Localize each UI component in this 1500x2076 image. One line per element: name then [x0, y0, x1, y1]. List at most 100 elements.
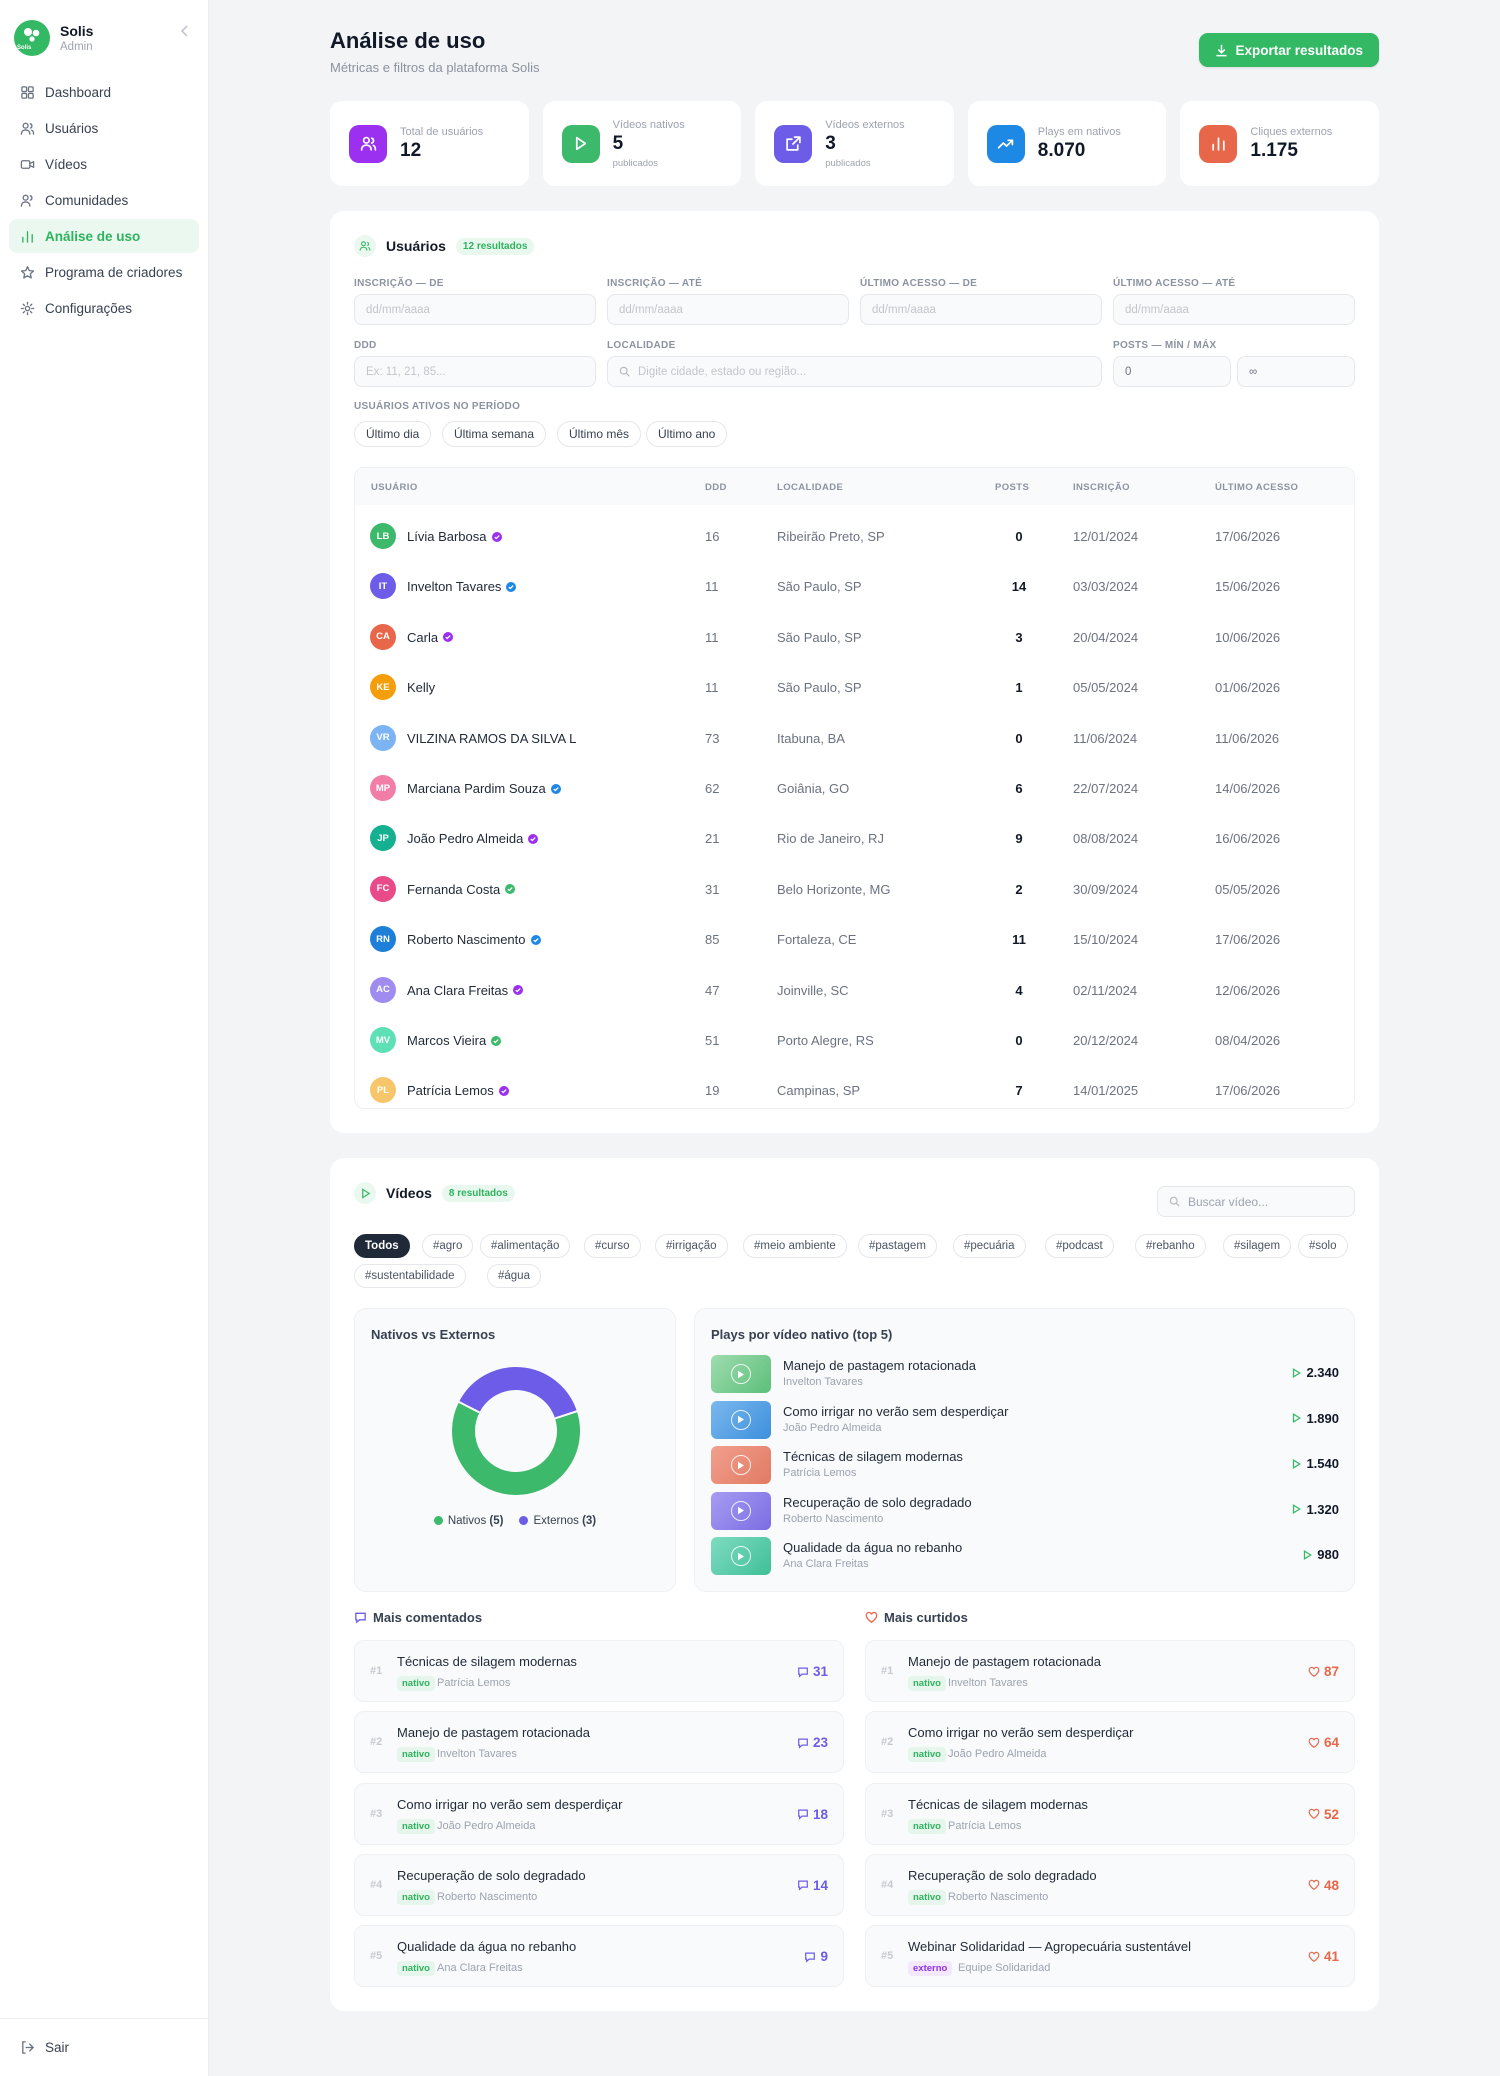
donut-slice-externos[interactable]: [456, 1365, 580, 1420]
signup-to-input[interactable]: dd/mm/aaaa: [607, 294, 849, 325]
user-name[interactable]: VILZINA RAMOS DA SILVA L: [407, 731, 576, 746]
export-button[interactable]: Exportar resultados: [1199, 33, 1379, 67]
top-video-row[interactable]: Técnicas de silagem modernas Patrícia Le…: [711, 1446, 1339, 1486]
user-name[interactable]: Roberto Nascimento: [407, 932, 541, 947]
sidebar-item-analise-de-uso[interactable]: Análise de uso: [9, 219, 199, 253]
table-row[interactable]: FC Fernanda Costa 31 Belo Horizonte, MG …: [355, 863, 1354, 913]
top-video-row[interactable]: Qualidade da água no rebanho Ana Clara F…: [711, 1537, 1339, 1577]
video-thumbnail[interactable]: [711, 1491, 771, 1530]
most-commented-item[interactable]: #5 Qualidade da água no rebanho nativo A…: [354, 1925, 844, 1988]
video-thumbnail[interactable]: [711, 1537, 771, 1575]
play-icon: [576, 136, 587, 151]
brand[interactable]: Solis Solis Admin: [0, 0, 208, 62]
count-value: 52: [1323, 1806, 1339, 1822]
tag-filter-chip[interactable]: #pecuária: [953, 1234, 1026, 1258]
most-liked-item[interactable]: #4 Recuperação de solo degradado nativo …: [865, 1853, 1355, 1916]
tag-filter-chip[interactable]: #alimentação: [480, 1234, 571, 1258]
tag-filter-chip[interactable]: #rebanho: [1135, 1234, 1206, 1258]
top-video-row[interactable]: Recuperação de solo degradado Roberto Na…: [711, 1491, 1339, 1532]
tag-filter-chip[interactable]: #irrigação: [655, 1234, 728, 1258]
table-row[interactable]: IT Invelton Tavares 11 São Paulo, SP 14 …: [355, 560, 1354, 610]
collapse-chevron-icon[interactable]: [180, 25, 190, 37]
user-signup-date: 11/06/2024: [1073, 730, 1138, 746]
sidebar-item-videos[interactable]: Vídeos: [9, 147, 199, 181]
tag-filter-chip[interactable]: Todos: [354, 1234, 410, 1258]
table-row[interactable]: LB Lívia Barbosa 16 Ribeirão Preto, SP 0…: [355, 510, 1354, 560]
video-search-input[interactable]: Buscar vídeo...: [1157, 1186, 1355, 1217]
video-title: Como irrigar no verão sem desperdiçar: [783, 1403, 1009, 1419]
access-to-input[interactable]: dd/mm/aaaa: [1113, 294, 1355, 325]
top-video-row[interactable]: Como irrigar no verão sem desperdiçar Jo…: [711, 1400, 1339, 1441]
period-chip[interactable]: Último ano: [646, 421, 728, 447]
period-chip[interactable]: Última semana: [442, 421, 547, 447]
location-input[interactable]: Digite cidade, estado ou região...: [607, 356, 1102, 387]
column-header[interactable]: LOCALIDADE: [777, 482, 843, 493]
user-name[interactable]: Marciana Pardim Souza: [407, 781, 561, 796]
user-name[interactable]: Patrícia Lemos: [407, 1083, 509, 1098]
access-from-label: ÚLTIMO ACESSO — DE: [860, 278, 978, 289]
user-name[interactable]: Marcos Vieira: [407, 1033, 502, 1048]
user-name[interactable]: Fernanda Costa: [407, 882, 516, 897]
tag-filter-chip[interactable]: #silagem: [1223, 1234, 1292, 1258]
table-row[interactable]: CA Carla 11 São Paulo, SP 3 20/04/2024 1…: [355, 611, 1354, 661]
user-name[interactable]: Invelton Tavares: [407, 579, 517, 595]
ddd-input[interactable]: Ex: 11, 21, 85...: [354, 356, 596, 387]
table-row[interactable]: MP Marciana Pardim Souza 62 Goiânia, GO …: [355, 762, 1354, 812]
tag-filter-chip[interactable]: #podcast: [1045, 1234, 1114, 1258]
tag-filter-chip[interactable]: #pastagem: [858, 1234, 937, 1258]
most-liked-item[interactable]: #5 Webinar Solidaridad — Agropecuária su…: [865, 1925, 1355, 1988]
tag-filter-chip[interactable]: #meio ambiente: [743, 1234, 847, 1258]
tag-filter-chip[interactable]: #agro: [422, 1234, 474, 1258]
stats-row: Total de usuários 12 Vídeos nativos 5 pu…: [330, 101, 1379, 186]
period-chip[interactable]: Último dia: [354, 421, 432, 447]
top-video-row[interactable]: Manejo de pastagem rotacionada Invelton …: [711, 1355, 1339, 1395]
signup-from-input[interactable]: dd/mm/aaaa: [354, 294, 596, 325]
most-liked-item[interactable]: #1 Manejo de pastagem rotacionada nativo…: [865, 1640, 1355, 1702]
sidebar-item-usuarios[interactable]: Usuários: [9, 111, 199, 145]
most-liked-item[interactable]: #3 Técnicas de silagem modernas nativo P…: [865, 1782, 1355, 1845]
sidebar-item-comunidades[interactable]: Comunidades: [9, 183, 199, 217]
table-row[interactable]: RN Roberto Nascimento 85 Fortaleza, CE 1…: [355, 913, 1354, 963]
user-name[interactable]: Ana Clara Freitas: [407, 983, 524, 998]
user-name[interactable]: João Pedro Almeida: [407, 831, 539, 846]
sidebar-item-dashboard[interactable]: Dashboard: [9, 75, 199, 109]
sidebar-item-configuracoes[interactable]: Configurações: [9, 291, 199, 325]
most-commented-item[interactable]: #4 Recuperação de solo degradado nativo …: [354, 1853, 844, 1916]
video-thumbnail[interactable]: [711, 1355, 771, 1393]
avatar: KE: [370, 674, 396, 701]
table-row[interactable]: KE Kelly 11 São Paulo, SP 1 05/05/2024 0…: [355, 661, 1354, 711]
posts-min-input[interactable]: 0: [1113, 356, 1231, 387]
user-name-text: Invelton Tavares: [407, 579, 502, 595]
most-commented-item[interactable]: #1 Técnicas de silagem modernas nativo P…: [354, 1640, 844, 1702]
tag-filter-chip[interactable]: #curso: [584, 1234, 641, 1258]
table-row[interactable]: MV Marcos Vieira 51 Porto Alegre, RS 0 2…: [355, 1014, 1354, 1064]
tag-filter-chip[interactable]: #sustentabilidade: [354, 1264, 466, 1288]
user-name[interactable]: Kelly: [407, 680, 435, 695]
count-value: 41: [1323, 1949, 1339, 1965]
most-liked-item[interactable]: #2 Como irrigar no verão sem desperdiçar…: [865, 1711, 1355, 1774]
table-row[interactable]: AC Ana Clara Freitas 47 Joinville, SC 4 …: [355, 964, 1354, 1014]
table-row[interactable]: PL Patrícia Lemos 19 Campinas, SP 7 14/0…: [355, 1064, 1354, 1114]
period-chip[interactable]: Último mês: [557, 421, 642, 447]
column-header[interactable]: POSTS: [995, 482, 1029, 493]
most-commented-item[interactable]: #3 Como irrigar no verão sem desperdiçar…: [354, 1782, 844, 1845]
user-name[interactable]: Lívia Barbosa: [407, 529, 502, 544]
verified-badge-icon: [443, 632, 454, 643]
column-header[interactable]: USUÁRIO: [371, 482, 418, 493]
tag-filter-chip[interactable]: #solo: [1298, 1234, 1348, 1258]
user-name[interactable]: Carla: [407, 630, 454, 645]
logout-button[interactable]: Sair: [0, 2018, 208, 2076]
posts-max-input[interactable]: ∞: [1237, 356, 1355, 387]
video-thumbnail[interactable]: [711, 1400, 771, 1439]
column-header[interactable]: ÚLTIMO ACESSO: [1215, 482, 1298, 493]
access-from-input[interactable]: dd/mm/aaaa: [860, 294, 1102, 325]
table-row[interactable]: JP João Pedro Almeida 21 Rio de Janeiro,…: [355, 812, 1354, 862]
sidebar-item-programa-de-criadores[interactable]: Programa de criadores: [9, 255, 199, 289]
video-thumbnail[interactable]: [711, 1446, 771, 1484]
tag-filter-chip[interactable]: #água: [487, 1264, 541, 1288]
column-header[interactable]: INSCRIÇÃO: [1073, 482, 1130, 493]
user-name-text: Marciana Pardim Souza: [407, 781, 546, 796]
column-header[interactable]: DDD: [705, 482, 727, 493]
most-commented-item[interactable]: #2 Manejo de pastagem rotacionada nativo…: [354, 1711, 844, 1774]
table-row[interactable]: VR VILZINA RAMOS DA SILVA L 73 Itabuna, …: [355, 712, 1354, 762]
